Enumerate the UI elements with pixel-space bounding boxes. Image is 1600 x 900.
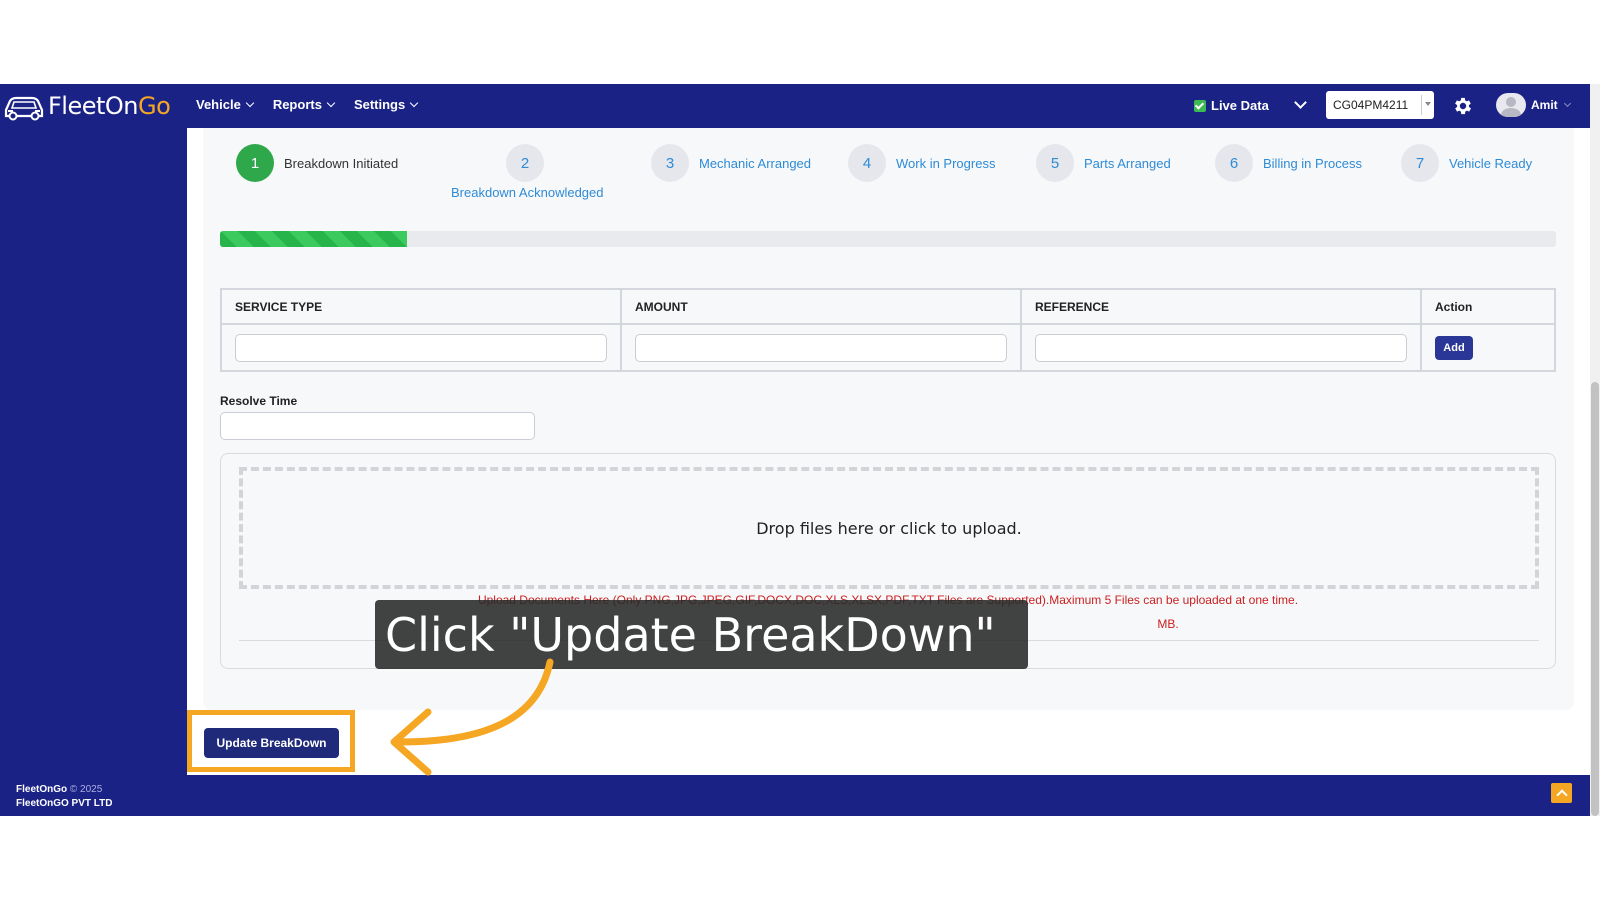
menu-reports-label: Reports xyxy=(272,97,322,112)
step-label: Breakdown Initiated xyxy=(284,155,399,171)
footer-year: © 2025 xyxy=(69,784,103,795)
caret-down-icon xyxy=(1425,102,1431,106)
step-number: 4 xyxy=(848,144,886,182)
vehicle-select[interactable]: CG04PM4211 xyxy=(1326,91,1434,119)
select-divider xyxy=(1421,95,1422,115)
column-header-amount: AMOUNT xyxy=(620,288,1022,325)
amount-input[interactable] xyxy=(635,333,1007,362)
step-number: 2 xyxy=(506,144,544,182)
step-vehicle-ready[interactable]: 7 Vehicle Ready xyxy=(1401,144,1532,182)
resolve-time-label: Resolve Time xyxy=(220,394,298,408)
chevron-down-icon xyxy=(409,98,419,108)
service-type-cell xyxy=(220,323,622,372)
progress-fill xyxy=(220,231,408,247)
fleetongo-logo[interactable]: FleetOnGo xyxy=(2,90,171,122)
app-window: FleetOnGo Vehicle Reports Settings Live … xyxy=(0,84,1590,816)
action-cell: Add xyxy=(1420,323,1556,372)
progress-bar xyxy=(220,231,1556,247)
step-label: Mechanic Arranged xyxy=(699,155,812,171)
step-number: 6 xyxy=(1215,144,1253,182)
add-service-button[interactable]: Add xyxy=(1435,335,1473,360)
reference-input[interactable] xyxy=(1035,333,1407,362)
step-work-in-progress[interactable]: 4 Work in Progress xyxy=(848,144,995,182)
service-table: SERVICE TYPE AMOUNT REFERENCE Action Add xyxy=(220,288,1556,372)
step-label: Billing in Process xyxy=(1263,155,1362,171)
menu-vehicle[interactable]: Vehicle xyxy=(196,97,255,112)
menu-reports[interactable]: Reports xyxy=(272,97,336,112)
menu-vehicle-label: Vehicle xyxy=(196,97,241,112)
step-number: 5 xyxy=(1036,144,1074,182)
tutorial-callout: Click "Update BreakDown" xyxy=(375,600,1028,669)
amount-cell xyxy=(620,323,1022,372)
column-header-action: Action xyxy=(1420,288,1556,325)
footer-brand: FleetOnGo © 2025 xyxy=(16,784,103,795)
user-name: Amit xyxy=(1531,98,1558,112)
menu-settings[interactable]: Settings xyxy=(353,97,419,112)
step-breakdown-initiated[interactable]: 1 Breakdown Initiated xyxy=(236,144,398,182)
table-row: Add xyxy=(220,323,1556,372)
step-label: Vehicle Ready xyxy=(1449,155,1533,171)
chevron-down-icon xyxy=(326,98,336,108)
update-breakdown-button[interactable]: Update BreakDown xyxy=(204,728,339,758)
screenshot-stage: FleetOnGo Vehicle Reports Settings Live … xyxy=(0,0,1600,900)
footer: FleetOnGo © 2025 FleetOnGO PVT LTD xyxy=(0,775,1590,816)
callout-text: Click "Update BreakDown" xyxy=(385,607,996,662)
step-billing-in-process[interactable]: 6 Billing in Process xyxy=(1215,144,1362,182)
logo-text: FleetOnGo xyxy=(48,92,171,120)
dropzone-text: Drop files here or click to upload. xyxy=(756,518,1022,538)
step-number: 3 xyxy=(651,144,689,182)
footer-company: FleetOnGO PVT LTD xyxy=(16,798,113,809)
reference-cell xyxy=(1020,323,1422,372)
step-parts-arranged[interactable]: 5 Parts Arranged xyxy=(1036,144,1171,182)
chevron-down-icon xyxy=(245,98,255,108)
step-label: Work in Progress xyxy=(896,155,996,171)
chevron-down-icon xyxy=(1563,99,1571,108)
step-label: Parts Arranged xyxy=(1084,155,1171,171)
top-navbar: FleetOnGo Vehicle Reports Settings Live … xyxy=(0,84,1590,128)
service-type-input[interactable] xyxy=(235,333,607,362)
step-breakdown-acknowledged[interactable]: 2 xyxy=(506,144,544,182)
step-number: 1 xyxy=(236,144,274,182)
scroll-to-top-icon[interactable] xyxy=(1551,783,1572,803)
chevron-down-icon[interactable] xyxy=(1294,96,1307,109)
column-header-service-type: SERVICE TYPE xyxy=(220,288,622,325)
table-header-row: SERVICE TYPE AMOUNT REFERENCE Action xyxy=(220,288,1556,325)
scrollbar-thumb[interactable] xyxy=(1591,382,1599,816)
page-scrollbar[interactable] xyxy=(1590,84,1600,816)
car-logo-icon xyxy=(4,96,44,121)
gear-icon[interactable] xyxy=(1452,95,1474,117)
main-content: 1 Breakdown Initiated 2 Breakdown Acknow… xyxy=(187,128,1590,775)
resolve-time-input[interactable] xyxy=(220,412,535,440)
upload-size-text: MB. xyxy=(1157,617,1179,631)
column-header-reference: REFERENCE xyxy=(1020,288,1422,325)
avatar xyxy=(1496,93,1526,117)
live-data-toggle[interactable]: Live Data xyxy=(1194,98,1269,113)
main-menu: Vehicle Reports Settings xyxy=(196,97,419,112)
step-label[interactable]: Breakdown Acknowledged xyxy=(451,185,604,200)
step-number: 7 xyxy=(1401,144,1439,182)
live-data-label: Live Data xyxy=(1211,98,1269,113)
file-dropzone[interactable]: Drop files here or click to upload. xyxy=(239,467,1539,589)
vehicle-select-value: CG04PM4211 xyxy=(1333,98,1409,112)
step-mechanic-arranged[interactable]: 3 Mechanic Arranged xyxy=(651,144,811,182)
user-menu[interactable]: Amit xyxy=(1496,93,1571,117)
checkbox-checked-icon[interactable] xyxy=(1194,99,1206,112)
menu-settings-label: Settings xyxy=(353,97,406,112)
